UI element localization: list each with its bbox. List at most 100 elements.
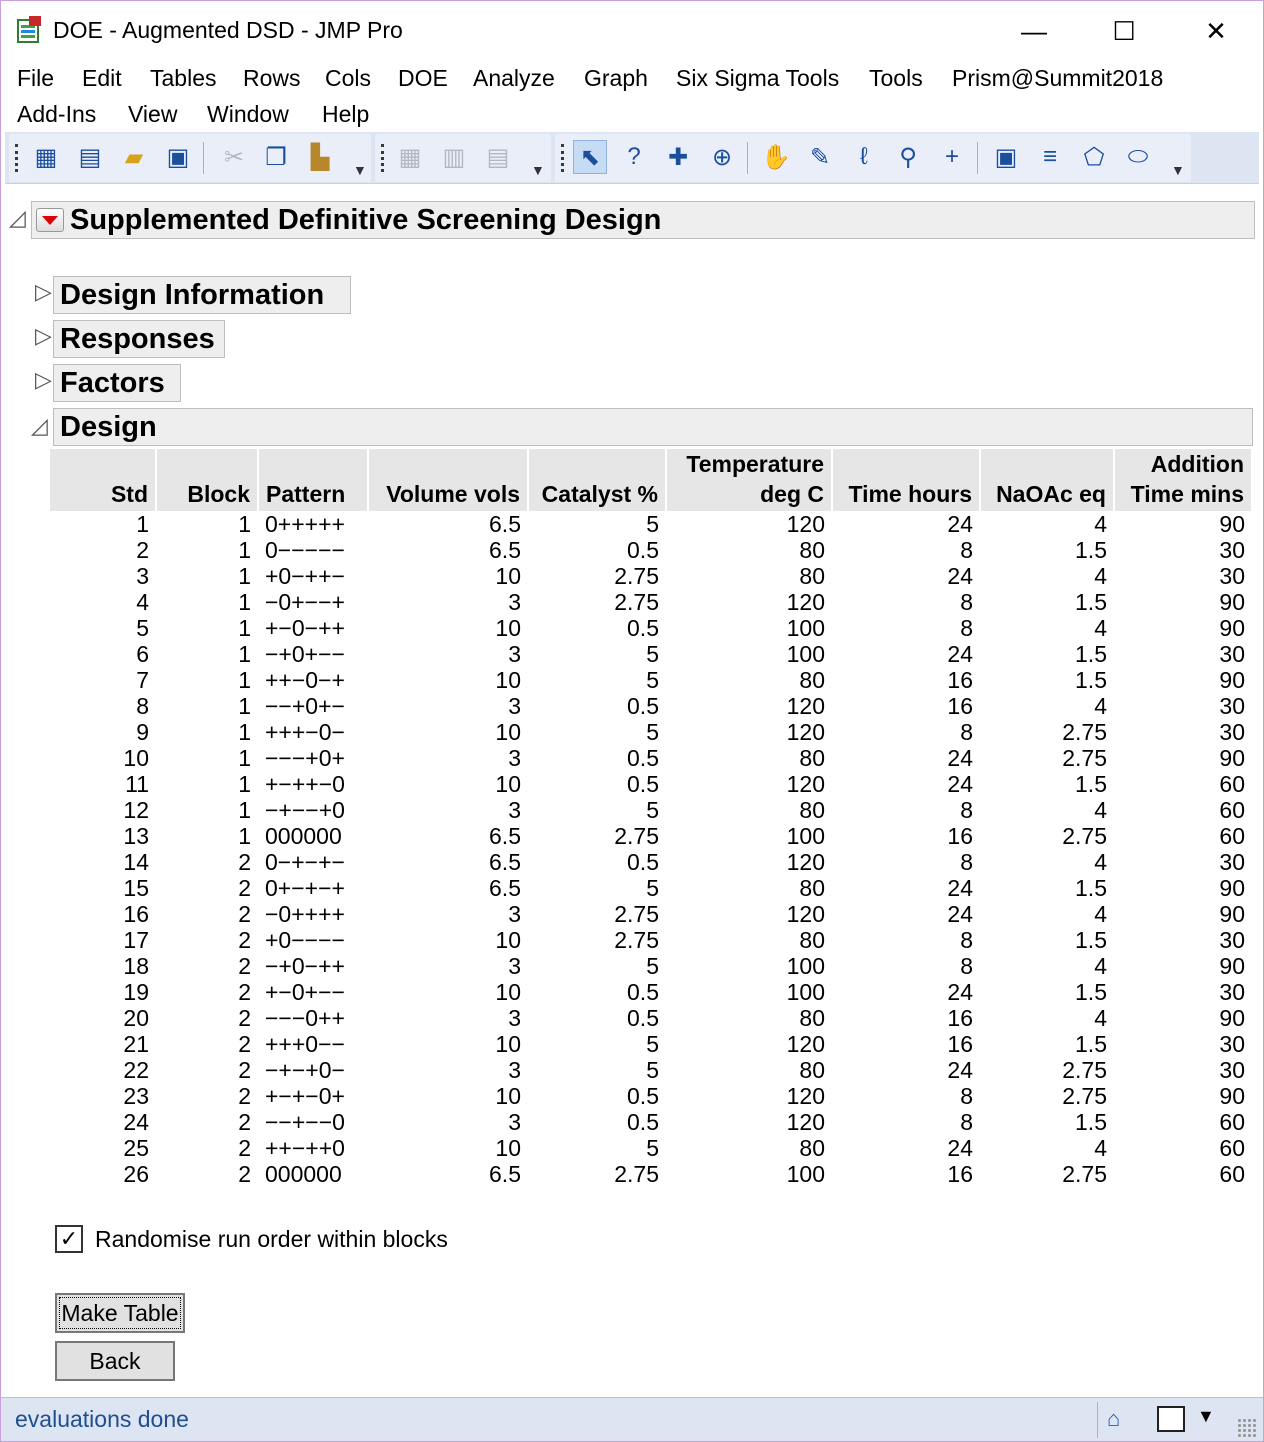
- toolbar-overflow-icon[interactable]: ▼: [531, 162, 545, 178]
- new-data-table-icon[interactable]: ▦: [29, 140, 63, 174]
- cell-block: 1: [238, 719, 251, 745]
- cell-temperature: 120: [786, 771, 825, 797]
- red-triangle-menu-icon[interactable]: [36, 208, 64, 232]
- annotate-icon[interactable]: ▣: [989, 140, 1023, 174]
- design-information-header[interactable]: Design Information: [53, 276, 351, 314]
- cell-temperature: 120: [786, 901, 825, 927]
- crosshair-icon[interactable]: ⊕: [705, 140, 739, 174]
- chart-icon[interactable]: ▥: [437, 140, 471, 174]
- close-button[interactable]: ✕: [1193, 11, 1239, 51]
- cell-std: 14: [123, 849, 149, 875]
- cell-std: 6: [136, 641, 149, 667]
- cell-naoac: 1.5: [1075, 641, 1107, 667]
- paste-icon[interactable]: ▙: [303, 140, 337, 174]
- menu-add-ins[interactable]: Add-Ins: [17, 97, 96, 132]
- cell-block: 1: [238, 563, 251, 589]
- grabber-icon[interactable]: ✋: [759, 140, 793, 174]
- toolbar-grip[interactable]: [561, 144, 565, 172]
- table-row: 18 2 −+0−++ 3 5 100 8 4 90: [50, 953, 1252, 979]
- main-outline-header[interactable]: Supplemented Definitive Screening Design: [31, 201, 1255, 239]
- save-icon[interactable]: ▣: [161, 140, 195, 174]
- expand-triangle-icon[interactable]: ▷: [35, 323, 52, 349]
- cell-time: 16: [947, 1005, 973, 1031]
- cell-block: 2: [238, 1057, 251, 1083]
- cell-pattern: −0+−−+: [265, 589, 345, 615]
- data-grid-icon[interactable]: ▦: [393, 140, 427, 174]
- cell-catalyst: 5: [646, 511, 659, 537]
- cell-addition: 30: [1219, 979, 1245, 1005]
- toolbar-overflow-icon[interactable]: ▼: [353, 162, 367, 178]
- cell-std: 8: [136, 693, 149, 719]
- menu-tables[interactable]: Tables: [150, 61, 216, 96]
- menu-prism-summit[interactable]: Prism@Summit2018: [952, 61, 1163, 96]
- home-icon[interactable]: ⌂: [1107, 1406, 1135, 1434]
- responses-header[interactable]: Responses: [53, 320, 225, 358]
- cell-std: 24: [123, 1109, 149, 1135]
- cell-block: 1: [238, 693, 251, 719]
- cell-addition: 30: [1219, 641, 1245, 667]
- menu-window[interactable]: Window: [207, 97, 289, 132]
- toolbar-grip[interactable]: [15, 144, 19, 172]
- title-bar: DOE - Augmented DSD - JMP Pro — ☐ ✕: [1, 1, 1263, 61]
- polygon-icon[interactable]: ⬠: [1077, 140, 1111, 174]
- dropdown-arrow-icon[interactable]: ▼: [1197, 1406, 1215, 1427]
- cell-pattern: −0++++: [265, 901, 345, 927]
- line-icon[interactable]: ≡: [1033, 140, 1067, 174]
- cut-icon[interactable]: ✂: [217, 140, 251, 174]
- cell-catalyst: 5: [646, 953, 659, 979]
- brush-icon[interactable]: ✎: [803, 140, 837, 174]
- minimize-button[interactable]: —: [1011, 11, 1057, 51]
- menu-file[interactable]: File: [17, 61, 54, 96]
- help-tool-icon[interactable]: ?: [617, 140, 651, 174]
- randomise-checkbox[interactable]: ✓: [55, 1225, 83, 1253]
- copy-icon[interactable]: ❐: [259, 140, 293, 174]
- report-icon[interactable]: ▤: [481, 140, 515, 174]
- collapse-triangle-icon[interactable]: ◿: [9, 205, 26, 231]
- resize-grip-icon[interactable]: [1237, 1418, 1257, 1438]
- menu-analyze[interactable]: Analyze: [473, 61, 555, 96]
- oval-icon[interactable]: ⬭: [1121, 140, 1155, 174]
- menu-doe[interactable]: DOE: [398, 61, 448, 96]
- design-header[interactable]: Design: [53, 408, 1253, 446]
- make-table-button[interactable]: Make Table: [55, 1293, 185, 1333]
- randomise-option[interactable]: ✓ Randomise run order within blocks: [55, 1225, 448, 1253]
- cell-time: 24: [947, 745, 973, 771]
- toolbar-overflow-icon[interactable]: ▼: [1171, 162, 1185, 178]
- col-header-temperature-line1: Temperature: [686, 451, 824, 477]
- cell-std: 1: [136, 511, 149, 537]
- cell-naoac: 2.75: [1062, 1083, 1107, 1109]
- menu-view[interactable]: View: [128, 97, 177, 132]
- menu-rows[interactable]: Rows: [243, 61, 301, 96]
- selection-tool-icon[interactable]: ✚: [661, 140, 695, 174]
- cell-volume: 3: [508, 901, 521, 927]
- lasso-icon[interactable]: ℓ: [847, 140, 881, 174]
- cell-temperature: 80: [799, 1057, 825, 1083]
- factors-header[interactable]: Factors: [53, 364, 181, 402]
- open-icon[interactable]: ▰: [117, 140, 151, 174]
- magnifier-icon[interactable]: ⚲: [891, 140, 925, 174]
- menu-cols[interactable]: Cols: [325, 61, 371, 96]
- back-button[interactable]: Back: [55, 1341, 175, 1381]
- collapse-triangle-icon[interactable]: ◿: [31, 413, 48, 439]
- table-row: 20 2 −−−0++ 3 0.5 80 16 4 90: [50, 1005, 1252, 1031]
- window-list-icon[interactable]: [1157, 1406, 1185, 1432]
- menu-help[interactable]: Help: [322, 97, 369, 132]
- cell-temperature: 80: [799, 875, 825, 901]
- cell-pattern: 0+++++: [265, 511, 345, 537]
- cell-catalyst: 2.75: [614, 563, 659, 589]
- cell-time: 8: [960, 1109, 973, 1135]
- expand-triangle-icon[interactable]: ▷: [35, 367, 52, 393]
- new-script-icon[interactable]: ▤: [73, 140, 107, 174]
- toolbar-grip[interactable]: [381, 144, 385, 172]
- arrow-tool-icon[interactable]: ⬉: [573, 140, 607, 174]
- menu-tools[interactable]: Tools: [869, 61, 923, 96]
- cell-time: 24: [947, 1135, 973, 1161]
- maximize-button[interactable]: ☐: [1101, 11, 1147, 51]
- menu-graph[interactable]: Graph: [584, 61, 648, 96]
- menu-edit[interactable]: Edit: [82, 61, 122, 96]
- cell-naoac: 2.75: [1062, 1057, 1107, 1083]
- expand-triangle-icon[interactable]: ▷: [35, 279, 52, 305]
- crosshair-plus-icon[interactable]: +: [935, 140, 969, 174]
- menu-six-sigma-tools[interactable]: Six Sigma Tools: [676, 61, 839, 96]
- table-row: 7 1 ++−0−+ 10 5 80 16 1.5 90: [50, 667, 1252, 693]
